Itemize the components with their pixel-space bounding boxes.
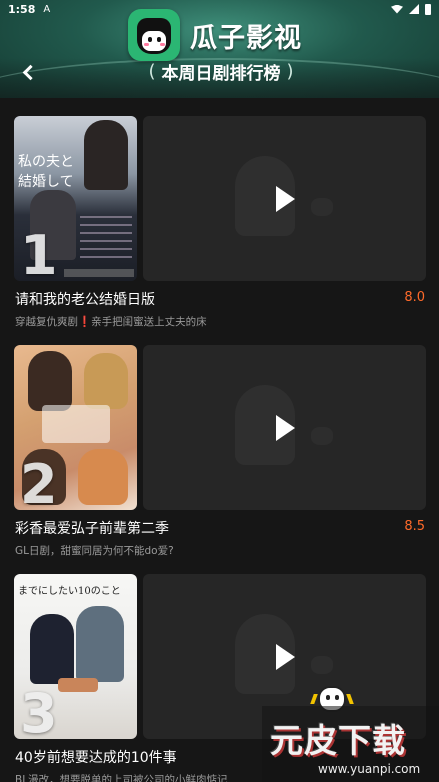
video-preview[interactable] (143, 116, 426, 281)
poster-title-text: までにしたい10のこと (18, 586, 121, 597)
app-name: 瓜子影视 (190, 22, 302, 54)
poster-image[interactable]: までにしたい10のこと 3 (14, 574, 137, 739)
app-logo-icon (128, 9, 180, 61)
play-icon[interactable] (276, 186, 295, 212)
rank-number: 2 (20, 453, 58, 510)
status-time: 1:58 (8, 2, 36, 16)
item-title[interactable]: 请和我的老公结婚日版 (15, 289, 155, 309)
item-title[interactable]: 彩香最爱弘子前辈第二季 (15, 518, 169, 538)
rank-number: 1 (20, 224, 58, 281)
item-score: 8.0 (404, 290, 425, 305)
poster-image[interactable]: 2 (14, 345, 137, 510)
battery-icon (425, 3, 431, 15)
item-title[interactable]: 40岁前想要达成的10件事 (15, 747, 177, 767)
rank-number: 3 (20, 682, 58, 739)
ranking-title-text: 本周日剧排行榜 (161, 63, 281, 84)
item-desc: BL漫改，想要脱单的上司被公司的小鲜肉惦记 (15, 774, 228, 782)
app-logo-group: 瓜子影视 (128, 6, 318, 64)
list-item[interactable]: 2 彩香最爱弘子前辈第二季 8.5 GL日剧，甜蜜同居为何不能do爱? (0, 327, 439, 557)
play-icon[interactable] (276, 644, 295, 670)
watermark-brand: 元皮下载 (270, 721, 406, 760)
poster-title-text: 私の夫と 結婚して (18, 154, 74, 190)
paren-left: ( (148, 60, 156, 82)
watermark: 元皮下载 www.yuanpi.com (262, 706, 439, 782)
header: 1:58 A 瓜子影视 ( 本周日剧排行榜 ) (0, 0, 439, 98)
wifi-icon (391, 4, 403, 14)
chevron-left-icon (22, 64, 38, 80)
watermark-url: www.yuanpi.com (318, 762, 421, 776)
video-preview[interactable] (143, 345, 426, 510)
notification-icon: A (43, 3, 51, 15)
signal-icon (409, 4, 419, 14)
paren-right: ) (286, 60, 294, 82)
play-icon[interactable] (276, 415, 295, 441)
ranking-title: ( 本周日剧排行榜 ) (126, 58, 316, 84)
status-icons (391, 3, 431, 15)
item-score: 8.5 (404, 519, 425, 534)
list-item[interactable]: 私の夫と 結婚して 1 请和我的老公结婚日版 8.0 穿越复仇爽剧❗亲手把闺蜜送上… (0, 98, 439, 328)
back-button[interactable] (14, 58, 42, 86)
poster-image[interactable]: 私の夫と 結婚して 1 (14, 116, 137, 281)
